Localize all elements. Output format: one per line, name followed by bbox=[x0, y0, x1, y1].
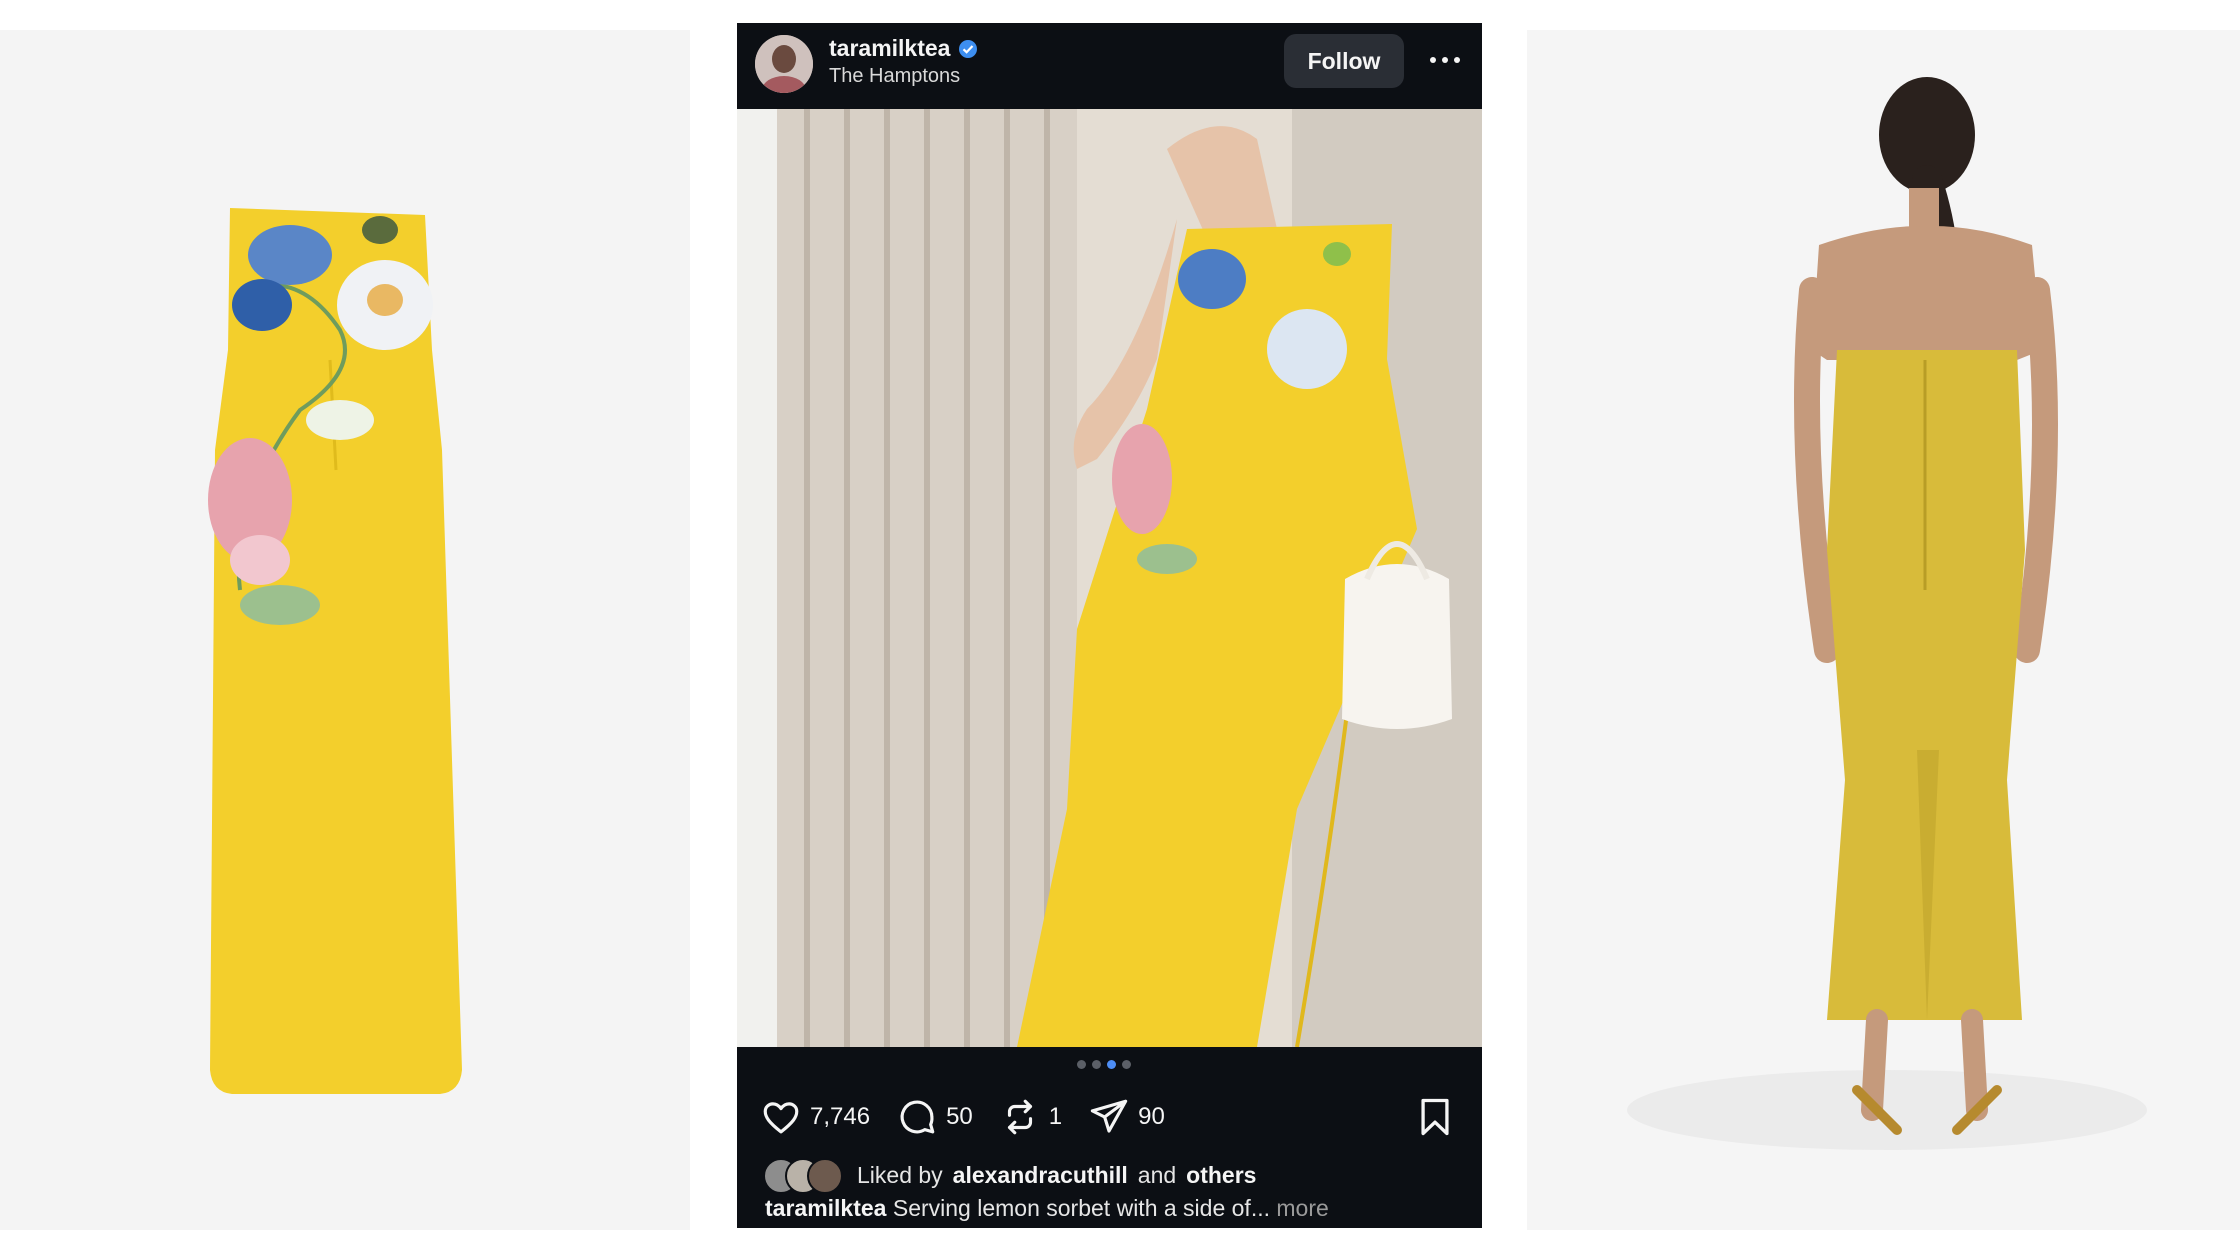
instagram-post: taramilktea The Hamptons Follow 7,746 50… bbox=[737, 23, 1482, 1228]
model-back-illustration bbox=[1627, 77, 2147, 1150]
product-image-front bbox=[0, 30, 690, 1230]
heart-icon[interactable] bbox=[760, 1096, 802, 1138]
share-count: 90 bbox=[1138, 1103, 1165, 1130]
liked-by-and: and bbox=[1137, 1161, 1177, 1188]
carousel-dot[interactable] bbox=[1077, 1060, 1086, 1069]
liked-by-prefix: Liked by bbox=[857, 1161, 943, 1188]
product-image-back bbox=[1527, 30, 2240, 1230]
post-photo[interactable] bbox=[737, 109, 1482, 1047]
bookmark-icon[interactable] bbox=[1413, 1095, 1457, 1139]
post-username[interactable]: taramilktea bbox=[829, 35, 950, 62]
dress-front-illustration bbox=[208, 208, 462, 1094]
avatar[interactable] bbox=[755, 35, 813, 93]
share-button[interactable]: 90 bbox=[1088, 1096, 1165, 1138]
avatar[interactable] bbox=[807, 1158, 843, 1194]
carousel-indicator[interactable] bbox=[1077, 1060, 1131, 1069]
comment-icon[interactable] bbox=[896, 1096, 938, 1138]
post-header: taramilktea The Hamptons Follow bbox=[737, 23, 1482, 109]
share-icon[interactable] bbox=[1088, 1096, 1130, 1138]
comment-count: 50 bbox=[946, 1103, 973, 1130]
repost-button[interactable]: 1 bbox=[999, 1096, 1062, 1138]
post-location[interactable]: The Hamptons bbox=[829, 65, 960, 88]
carousel-dot-active[interactable] bbox=[1107, 1060, 1116, 1069]
post-caption: taramilktea Serving lemon sorbet with a … bbox=[765, 1195, 1329, 1222]
liked-by-user-link[interactable]: alexandracuthill bbox=[953, 1162, 1128, 1189]
post-actions: 7,746 50 1 90 bbox=[760, 1093, 1191, 1141]
caption-username[interactable]: taramilktea bbox=[765, 1195, 886, 1221]
post-photo-illustration bbox=[737, 109, 1482, 1047]
follow-button[interactable]: Follow bbox=[1284, 34, 1404, 88]
carousel-dot[interactable] bbox=[1092, 1060, 1101, 1069]
repost-icon[interactable] bbox=[999, 1096, 1041, 1138]
liker-avatars[interactable] bbox=[763, 1158, 847, 1194]
like-count: 7,746 bbox=[810, 1103, 871, 1130]
more-options-icon[interactable] bbox=[1425, 48, 1465, 72]
liked-by-others-link[interactable]: others bbox=[1186, 1162, 1256, 1189]
liked-by-row: Liked by alexandracuthill and others bbox=[763, 1158, 1256, 1194]
caption-text: Serving lemon sorbet with a side of... bbox=[892, 1195, 1270, 1221]
caption-more-link[interactable]: more bbox=[1276, 1195, 1328, 1221]
repost-count: 1 bbox=[1048, 1103, 1063, 1130]
comment-button[interactable]: 50 bbox=[896, 1096, 973, 1138]
verified-badge-icon bbox=[959, 39, 978, 58]
carousel-dot[interactable] bbox=[1122, 1060, 1131, 1069]
like-button[interactable]: 7,746 bbox=[760, 1096, 870, 1138]
